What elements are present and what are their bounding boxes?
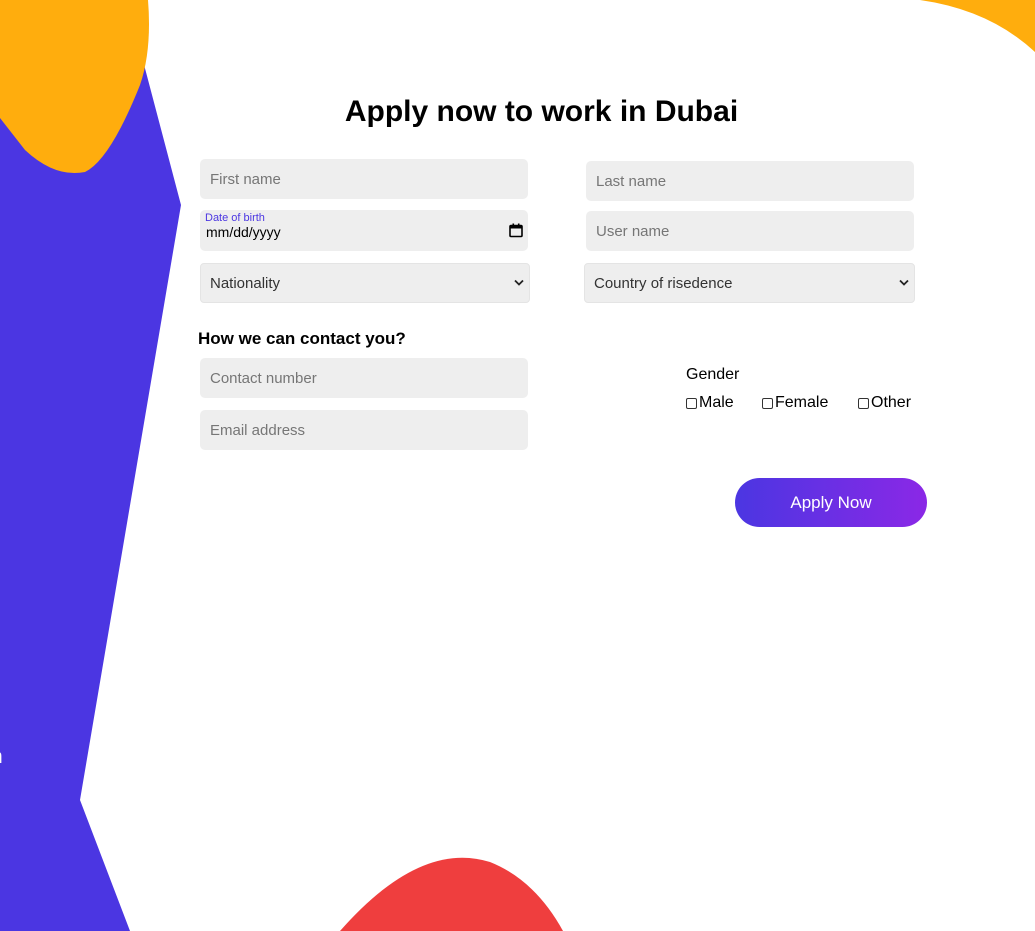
chevron-down-icon	[899, 279, 909, 286]
date-of-birth-label: Date of birth	[205, 212, 265, 224]
date-of-birth-field[interactable]: Date of birth mm/dd/yyyy	[200, 210, 528, 251]
last-name-field[interactable]	[586, 161, 914, 201]
username-field[interactable]	[586, 211, 914, 251]
gender-label: Gender	[686, 366, 740, 383]
contact-section-heading: How we can contact you?	[198, 329, 406, 348]
female-label: Female	[775, 394, 829, 411]
gender-option-other[interactable]: Other	[858, 393, 911, 413]
red-blob-bottom	[340, 857, 563, 931]
gender-option-male[interactable]: Male	[686, 393, 734, 413]
side-text: m	[0, 746, 3, 769]
gender-option-female[interactable]: Female	[762, 393, 828, 413]
male-label: Male	[699, 394, 734, 411]
country-of-residence-select[interactable]: Country of risedence	[584, 263, 915, 303]
contact-number-field[interactable]	[200, 358, 528, 398]
country-select-value: Country of risedence	[594, 275, 733, 292]
other-label: Other	[871, 394, 912, 411]
nationality-select-value: Nationality	[210, 275, 281, 292]
other-checkbox[interactable]	[858, 397, 869, 409]
apply-now-button[interactable]: Apply Now	[735, 478, 927, 527]
chevron-down-icon	[514, 279, 524, 286]
email-address-field[interactable]	[200, 410, 528, 450]
first-name-field[interactable]	[200, 159, 528, 199]
calendar-icon[interactable]	[509, 223, 523, 238]
date-of-birth-value: mm/dd/yyyy	[206, 224, 281, 240]
nationality-select[interactable]: Nationality	[200, 263, 530, 303]
male-checkbox[interactable]	[686, 397, 697, 409]
background-decoration	[0, 0, 1035, 931]
female-checkbox[interactable]	[762, 397, 773, 409]
orange-blob-top-right	[920, 0, 1035, 52]
page-title: Apply now to work in Dubai	[344, 95, 739, 128]
